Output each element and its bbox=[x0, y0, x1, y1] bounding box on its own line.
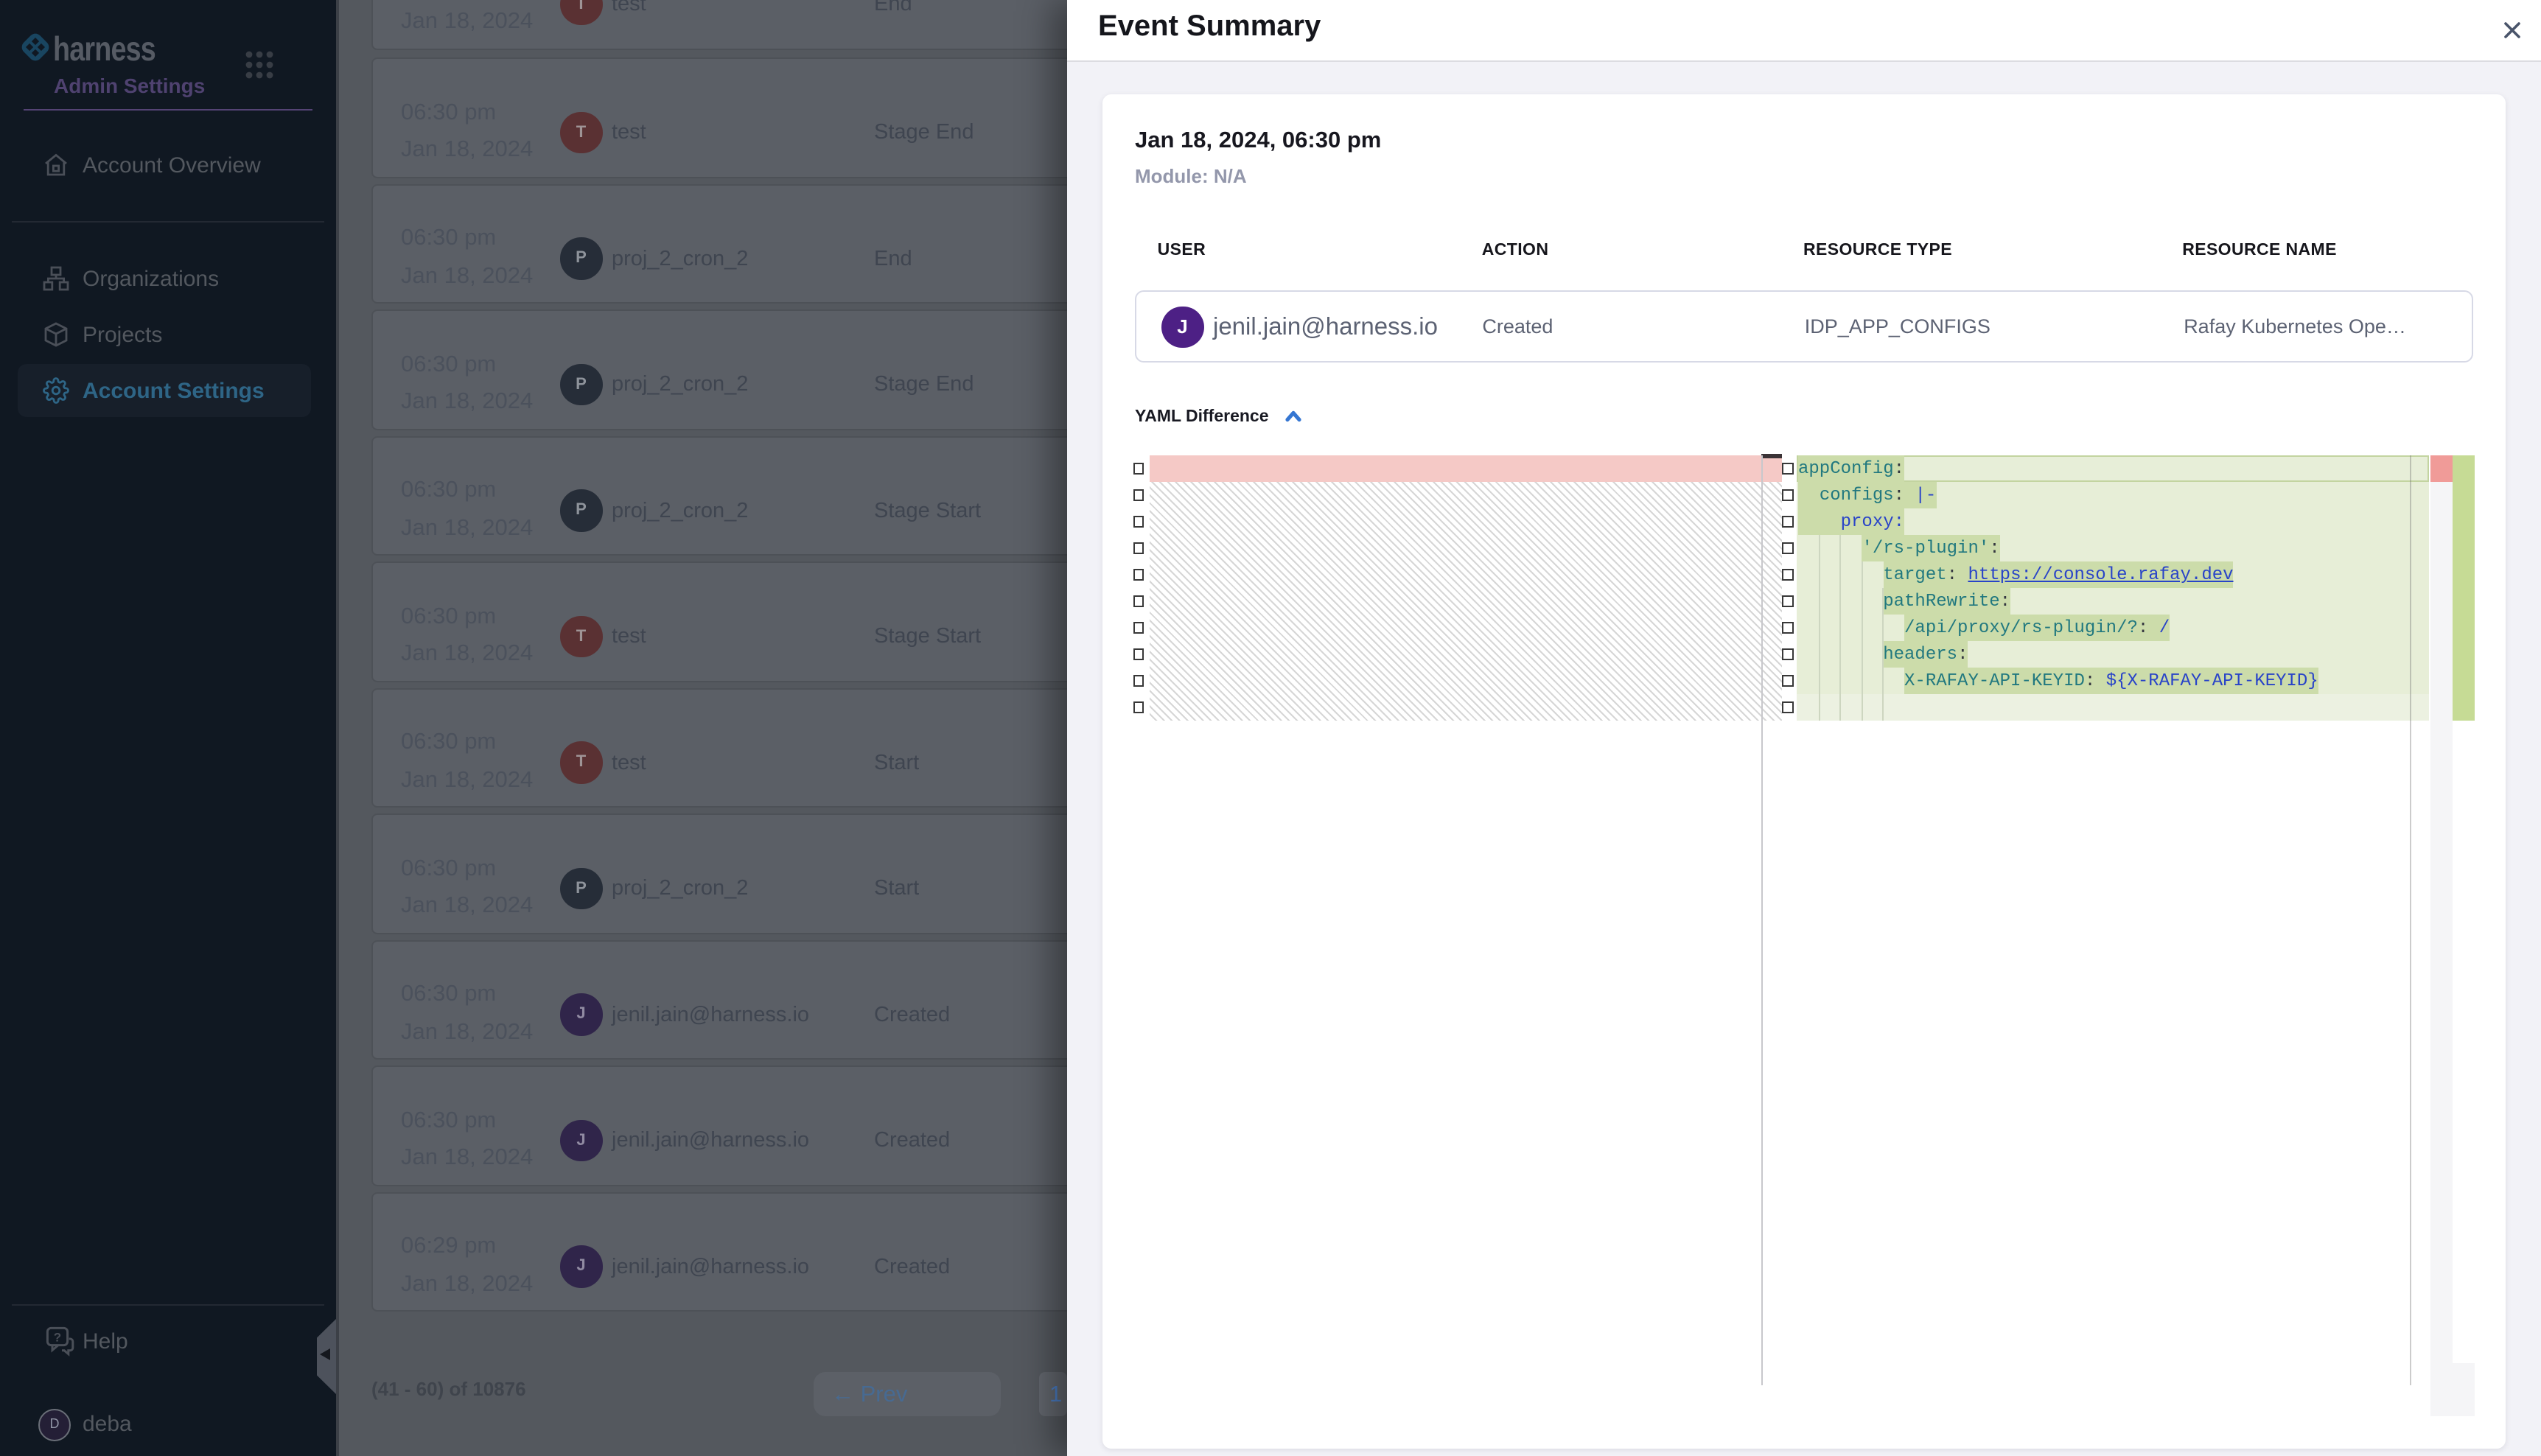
svg-text:?: ? bbox=[54, 1330, 61, 1344]
